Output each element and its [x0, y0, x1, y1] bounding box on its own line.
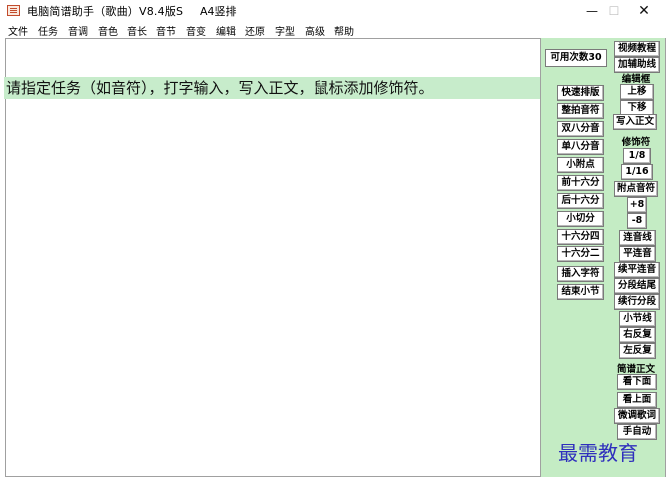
- title-bar: 电脑简谱助手（歌曲）V8.4版S A4竖排 — ☐ ✕: [0, 0, 672, 22]
- move-up-button[interactable]: 上移: [620, 84, 654, 100]
- small-dotted-button[interactable]: 小附点: [557, 157, 604, 173]
- single-eighth-button[interactable]: 单八分音: [557, 139, 604, 155]
- watermark-logo: 最需教育: [558, 441, 638, 465]
- menu-bar: 文件 任务 音调 音色 音长 音节 音变 编辑 还原 字型 高级 帮助: [0, 22, 672, 38]
- menu-edit[interactable]: 编辑: [216, 23, 236, 38]
- right-repeat-button[interactable]: 右反复: [619, 327, 656, 343]
- close-button[interactable]: ✕: [624, 0, 664, 22]
- view-below-button[interactable]: 看下面: [617, 374, 657, 390]
- menu-pitch-change[interactable]: 音变: [186, 23, 206, 38]
- insert-char-button[interactable]: 插入字符: [557, 266, 604, 282]
- small-syncopation-button[interactable]: 小切分: [557, 211, 604, 227]
- section-ending-button[interactable]: 分段结尾: [614, 278, 660, 294]
- menu-task[interactable]: 任务: [38, 23, 58, 38]
- minus-eight-button[interactable]: -8: [627, 213, 647, 229]
- sixteenth-four-button[interactable]: 十六分四: [557, 229, 604, 245]
- menu-duration[interactable]: 音长: [127, 23, 147, 38]
- front-sixteenth-button[interactable]: 前十六分: [557, 175, 604, 191]
- bar-line-button[interactable]: 小节线: [619, 311, 656, 327]
- menu-file[interactable]: 文件: [8, 23, 28, 38]
- back-sixteenth-button[interactable]: 后十六分: [557, 193, 604, 209]
- sixteenth-two-button[interactable]: 十六分二: [557, 246, 604, 262]
- plus-eight-button[interactable]: +8: [627, 197, 647, 213]
- edit-box-label: 编辑框: [621, 74, 651, 85]
- score-text-label: 简谱正文: [616, 364, 655, 375]
- line-section-button[interactable]: 续行分段: [614, 294, 660, 310]
- write-text-button[interactable]: 写入正文: [613, 114, 657, 130]
- flat-slur-button[interactable]: 平连音: [619, 246, 656, 262]
- continue-flat-slur-button[interactable]: 续平连音: [614, 262, 660, 278]
- fine-tune-lyrics-button[interactable]: 微调歌词: [614, 408, 660, 424]
- video-tutorial-button[interactable]: 视频教程: [614, 41, 660, 57]
- menu-font[interactable]: 字型: [275, 23, 295, 38]
- menu-timbre[interactable]: 音色: [98, 23, 118, 38]
- menu-key[interactable]: 音调: [68, 23, 88, 38]
- whole-beat-note-button[interactable]: 整拍音符: [557, 103, 604, 119]
- tie-line-button[interactable]: 连音线: [619, 230, 656, 246]
- menu-help[interactable]: 帮助: [334, 23, 354, 38]
- end-measure-button[interactable]: 结束小节: [557, 284, 604, 300]
- score-editor[interactable]: [5, 38, 540, 477]
- view-above-button[interactable]: 看上面: [617, 392, 657, 408]
- quick-layout-button[interactable]: 快速排版: [557, 85, 604, 101]
- menu-restore[interactable]: 还原: [245, 23, 265, 38]
- window-title: 电脑简谱助手（歌曲）V8.4版S: [27, 5, 184, 18]
- modifier-label: 修饰符: [621, 137, 651, 148]
- left-repeat-button[interactable]: 左反复: [619, 343, 656, 359]
- sixteenth-modifier-button[interactable]: 1/16: [621, 164, 653, 180]
- paper-layout: A4竖排: [200, 5, 237, 18]
- instruction-bar: 请指定任务（如音符），打字输入，写入正文，鼠标添加修饰符。: [4, 77, 540, 99]
- window-bottom-edge: [0, 477, 672, 481]
- app-icon: [7, 5, 20, 16]
- dotted-note-button[interactable]: 附点音符: [614, 181, 658, 197]
- menu-measure[interactable]: 音节: [156, 23, 176, 38]
- eighth-modifier-button[interactable]: 1/8: [623, 148, 651, 164]
- double-eighth-button[interactable]: 双八分音: [557, 121, 604, 137]
- menu-advanced[interactable]: 高级: [305, 23, 325, 38]
- uses-remaining-button[interactable]: 可用次数30: [545, 49, 607, 67]
